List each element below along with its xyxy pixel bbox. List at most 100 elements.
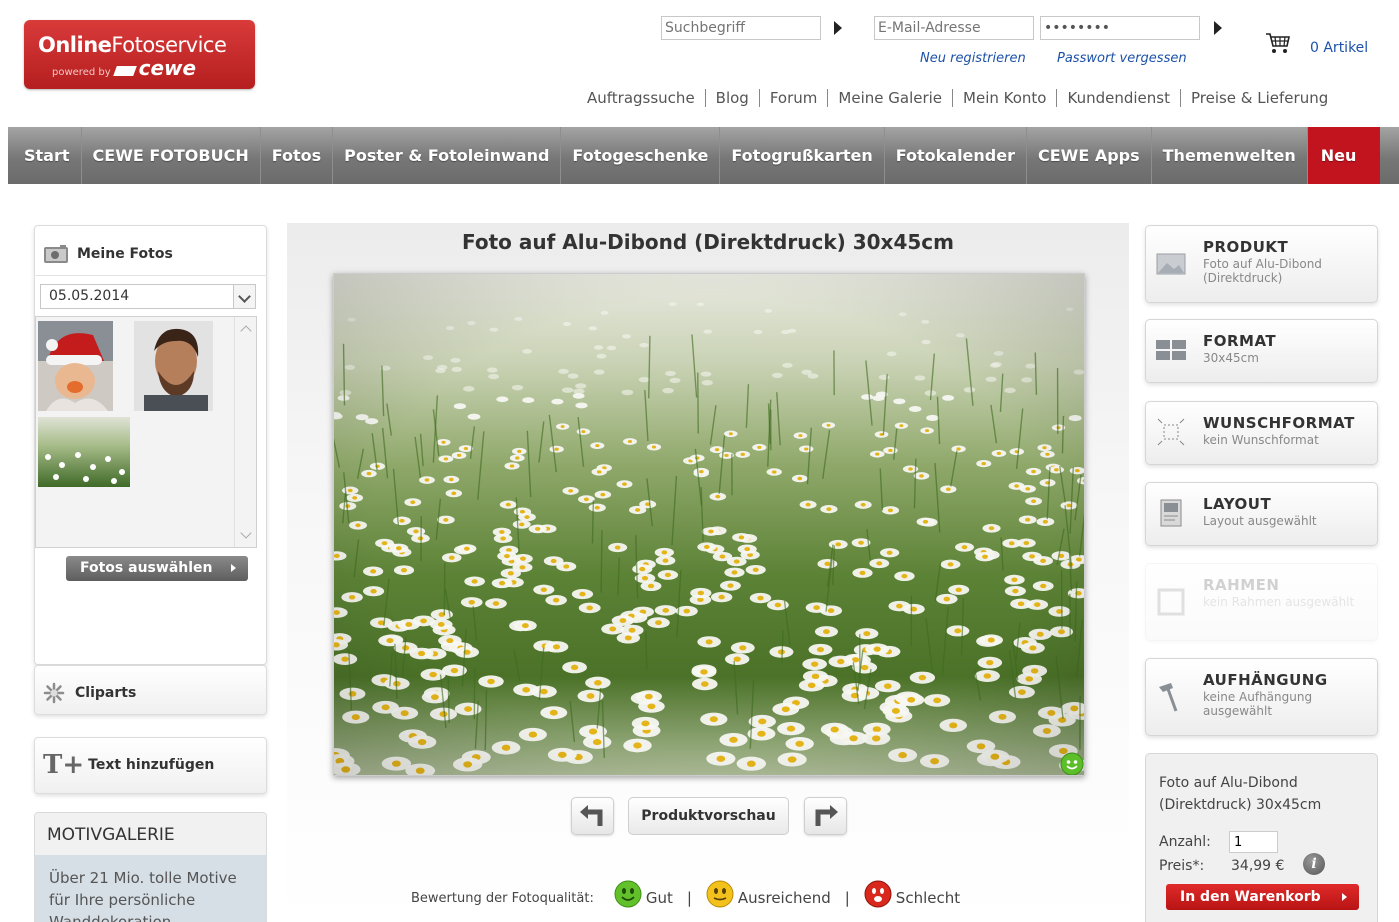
add-text-label: Text hinzufügen	[88, 757, 215, 773]
util-nav-my-gallery[interactable]: Meine Galerie	[827, 89, 952, 107]
brand-logo[interactable]: OnlineFotoservice powered by cewe	[24, 20, 255, 89]
email-field[interactable]	[874, 16, 1034, 40]
rating-label: Bewertung der Fotoqualität:	[411, 890, 594, 906]
summary-product-name: Foto auf Alu-Dibond (Direktdruck) 30x45c…	[1159, 775, 1322, 813]
nav-poster-fotoleinwand[interactable]: Poster & Fotoleinwand	[332, 127, 560, 184]
product-photo[interactable]	[333, 273, 1085, 776]
camera-icon	[44, 245, 68, 263]
util-nav-forum[interactable]: Forum	[758, 89, 828, 107]
login-submit-icon[interactable]	[1214, 21, 1222, 35]
date-select-value: 05.05.2014	[49, 288, 130, 304]
nav-cewe-fotobuch[interactable]: CEWE FOTOBUCH	[80, 127, 260, 184]
option-product-title: PRODUKT	[1203, 238, 1289, 256]
register-link[interactable]: Neu registrieren	[920, 51, 1026, 66]
green-smiley-icon	[614, 880, 642, 908]
nav-fotokalender[interactable]: Fotokalender	[883, 127, 1026, 184]
password-field[interactable]	[1040, 16, 1200, 40]
quantity-input[interactable]	[1229, 831, 1278, 853]
thumbnail-baby[interactable]	[38, 321, 113, 411]
thumbnail-flowers[interactable]	[38, 417, 130, 487]
util-nav-my-account[interactable]: Mein Konto	[952, 89, 1056, 107]
nav-cewe-apps[interactable]: CEWE Apps	[1026, 127, 1151, 184]
option-product[interactable]: PRODUKT Foto auf Alu-Dibond (Direktdruck…	[1145, 225, 1378, 303]
date-select[interactable]: 05.05.2014	[40, 284, 256, 309]
option-custom-format[interactable]: WUNSCHFORMAT kein Wunschformat	[1145, 401, 1378, 465]
option-hanging[interactable]: AUFHÄNGUNG keine Aufhängung ausgewählt	[1145, 658, 1378, 736]
option-format-title: FORMAT	[1203, 332, 1277, 350]
utility-nav: Auftragssuche Blog Forum Meine Galerie M…	[587, 89, 1338, 107]
thumbnail-man[interactable]	[134, 321, 213, 411]
product-image-icon	[1156, 253, 1186, 275]
logo-wordmark: OnlineFotoservice	[38, 33, 227, 57]
product-preview-button[interactable]: Produktvorschau	[628, 797, 789, 835]
motivgalerie-panel[interactable]: MOTIVGALERIE Über 21 Mio. tolle Motive f…	[34, 812, 267, 922]
nav-themenwelten[interactable]: Themenwelten	[1150, 127, 1307, 184]
select-photos-button[interactable]: Fotos auswählen	[66, 556, 248, 581]
man-photo-image	[134, 321, 213, 411]
clipart-star-icon	[43, 682, 65, 704]
scroll-down-icon[interactable]	[240, 527, 252, 539]
rating-good-label: Gut	[645, 889, 673, 907]
rating-bad-label: Schlecht	[895, 889, 961, 907]
daisy-meadow-image	[334, 274, 1084, 775]
chevron-down-icon[interactable]	[233, 285, 255, 308]
frame-icon	[1157, 588, 1185, 616]
option-custom-format-sub: kein Wunschformat	[1203, 433, 1319, 447]
my-photos-header[interactable]: Meine Fotos	[43, 244, 173, 264]
summary-price-label: Preis*:	[1159, 858, 1205, 874]
nav-fotogeschenke[interactable]: Fotogeschenke	[560, 127, 719, 184]
summary-qty-label: Anzahl:	[1159, 834, 1211, 850]
redo-button[interactable]	[804, 797, 847, 835]
util-nav-prices-delivery[interactable]: Preise & Lieferung	[1179, 89, 1338, 107]
hammer-icon	[1159, 683, 1178, 712]
custom-format-icon	[1157, 418, 1185, 446]
add-text-panel[interactable]: T+ Text hinzufügen	[34, 737, 267, 794]
option-custom-format-title: WUNSCHFORMAT	[1203, 414, 1355, 432]
rating-good[interactable]: Gut	[614, 880, 673, 912]
cart-icon[interactable]	[1265, 31, 1291, 55]
cliparts-label: Cliparts	[75, 685, 137, 701]
price-info-icon[interactable]: i	[1303, 853, 1325, 875]
baby-photo-image	[38, 321, 113, 411]
util-nav-order-search[interactable]: Auftragssuche	[587, 89, 705, 107]
scroll-up-icon[interactable]	[240, 325, 252, 337]
logo-powered-by: powered by cewe	[52, 56, 197, 80]
option-layout[interactable]: LAYOUT Layout ausgewählt	[1145, 482, 1378, 546]
add-to-cart-button[interactable]: In den Warenkorb	[1166, 884, 1359, 910]
motivgalerie-text: Über 21 Mio. tolle Motive für Ihre persö…	[35, 855, 266, 922]
summary-price-value: 34,99 €	[1231, 858, 1285, 874]
util-nav-customer-service[interactable]: Kundendienst	[1056, 89, 1179, 107]
photo-thumbnails	[35, 316, 257, 548]
cart-count[interactable]: 0 Artikel	[1310, 40, 1368, 56]
option-layout-sub: Layout ausgewählt	[1203, 514, 1317, 528]
search-submit-icon[interactable]	[834, 21, 842, 35]
option-format-sub: 30x45cm	[1203, 351, 1259, 365]
option-frame-title: RAHMEN	[1203, 576, 1280, 594]
forgot-password-link[interactable]: Passwort vergessen	[1057, 51, 1187, 66]
search-input[interactable]	[661, 16, 821, 40]
undo-button[interactable]	[571, 797, 614, 835]
option-hanging-sub: keine Aufhängung ausgewählt	[1203, 690, 1313, 718]
rating-bad[interactable]: Schlecht	[864, 880, 961, 912]
red-smiley-icon	[864, 880, 892, 908]
option-hanging-title: AUFHÄNGUNG	[1203, 671, 1328, 689]
product-title: Foto auf Alu-Dibond (Direktdruck) 30x45c…	[462, 230, 954, 254]
cliparts-panel[interactable]: Cliparts	[34, 665, 267, 715]
yellow-smiley-icon	[706, 880, 734, 908]
quality-good-indicator-icon	[1060, 752, 1084, 775]
rating-sufficient[interactable]: Ausreichend	[706, 880, 831, 912]
option-frame: RAHMEN kein Rahmen ausgewählt	[1145, 563, 1378, 641]
format-grid-icon	[1156, 340, 1186, 360]
rating-sufficient-label: Ausreichend	[737, 889, 831, 907]
redo-arrow-icon	[815, 805, 838, 826]
nav-fotos[interactable]: Fotos	[259, 127, 332, 184]
option-layout-title: LAYOUT	[1203, 495, 1272, 513]
option-format[interactable]: FORMAT 30x45cm	[1145, 319, 1378, 383]
undo-arrow-icon	[580, 805, 603, 826]
nav-fotogrusskarten[interactable]: Fotogrußkarten	[719, 127, 883, 184]
main-nav: Start CEWE FOTOBUCH Fotos Poster & Fotol…	[8, 127, 1399, 184]
thumbnail-scrollbar[interactable]	[234, 317, 256, 547]
nav-neu[interactable]: Neu	[1306, 127, 1381, 184]
util-nav-blog[interactable]: Blog	[704, 89, 759, 107]
nav-start[interactable]: Start	[8, 127, 81, 184]
